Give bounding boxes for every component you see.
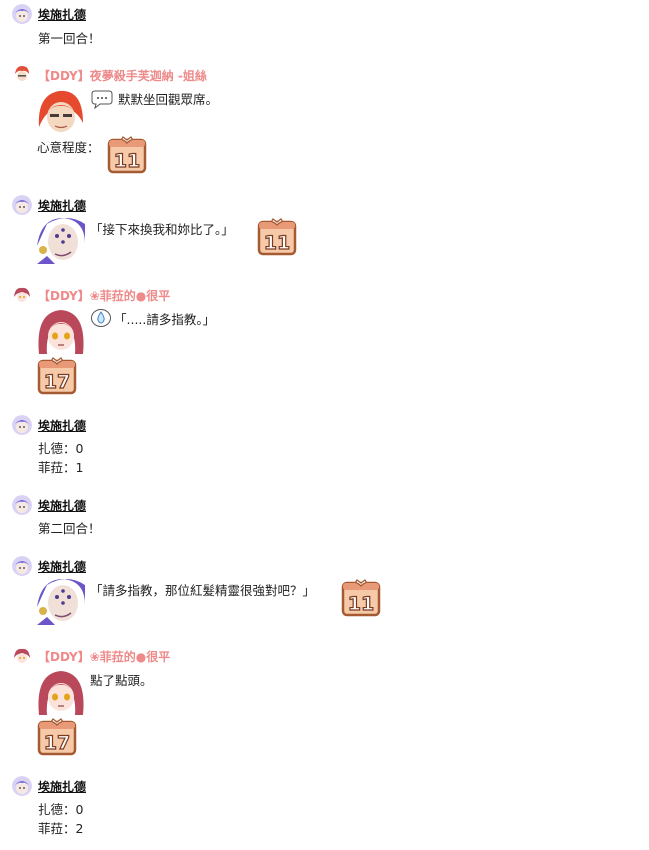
speech-bubble-icon <box>91 89 113 109</box>
dice-value: 17 <box>44 732 70 754</box>
dice-icon: 17 <box>37 716 77 756</box>
purple-avatar-icon[interactable] <box>12 556 32 576</box>
message-text: 默默坐回觀眾席。 <box>118 92 219 107</box>
dice-value: 11 <box>114 150 140 172</box>
message-text: 第一回合！ <box>38 31 101 46</box>
purple-avatar-icon[interactable] <box>12 495 32 515</box>
purple-avatar-icon[interactable] <box>12 776 32 796</box>
message-text: 「接下來換我和妳比了。」 <box>90 222 234 237</box>
speaker-name[interactable]: 【DDY】夜夢殺手芙迦納 -姐絲 <box>38 67 207 84</box>
speaker-name[interactable]: 埃施扎德 <box>38 497 86 514</box>
dice-value: 11 <box>264 232 290 254</box>
purple-avatar-icon[interactable] <box>12 4 32 24</box>
score-line: 菲菈：1 <box>38 460 84 475</box>
message-text: 「請多指教，那位紅髮精靈很強對吧？」 <box>90 583 316 598</box>
character-portrait <box>37 216 85 264</box>
speaker-name[interactable]: 埃施扎德 <box>38 197 86 214</box>
message-text: 點了點頭。 <box>90 673 153 688</box>
speaker-name[interactable]: 埃施扎德 <box>38 778 86 795</box>
dice-value: 11 <box>348 593 374 615</box>
message-text: 「.....請多指教。」 <box>114 312 216 327</box>
score-line: 扎德：0 <box>38 802 84 817</box>
purple-avatar-icon[interactable] <box>12 195 32 215</box>
character-portrait <box>37 306 85 354</box>
pink-avatar-icon[interactable] <box>12 285 32 305</box>
speaker-name[interactable]: 埃施扎德 <box>38 417 86 434</box>
score-line: 扎德：0 <box>38 441 84 456</box>
speaker-name[interactable]: 【DDY】❀菲菈的●很平 <box>38 648 170 665</box>
speaker-name[interactable]: 【DDY】❀菲菈的●很平 <box>38 287 170 304</box>
red-avatar-icon[interactable] <box>12 64 32 84</box>
character-portrait <box>37 87 85 135</box>
dice-icon: 11 <box>257 216 297 256</box>
message-text: 心意程度： <box>37 140 100 155</box>
character-portrait <box>37 577 85 625</box>
purple-avatar-icon[interactable] <box>12 415 32 435</box>
speaker-name[interactable]: 埃施扎德 <box>38 558 86 575</box>
dice-icon: 11 <box>341 577 381 617</box>
message-text: 第二回合！ <box>38 521 101 536</box>
character-portrait <box>37 667 85 715</box>
speech-bubble-icon <box>90 308 112 328</box>
dice-icon: 11 <box>107 134 147 174</box>
dice-value: 17 <box>44 371 70 393</box>
speaker-name[interactable]: 埃施扎德 <box>38 6 86 23</box>
dice-icon: 17 <box>37 355 77 395</box>
score-line: 菲菈：2 <box>38 821 84 836</box>
pink-avatar-icon[interactable] <box>12 646 32 666</box>
